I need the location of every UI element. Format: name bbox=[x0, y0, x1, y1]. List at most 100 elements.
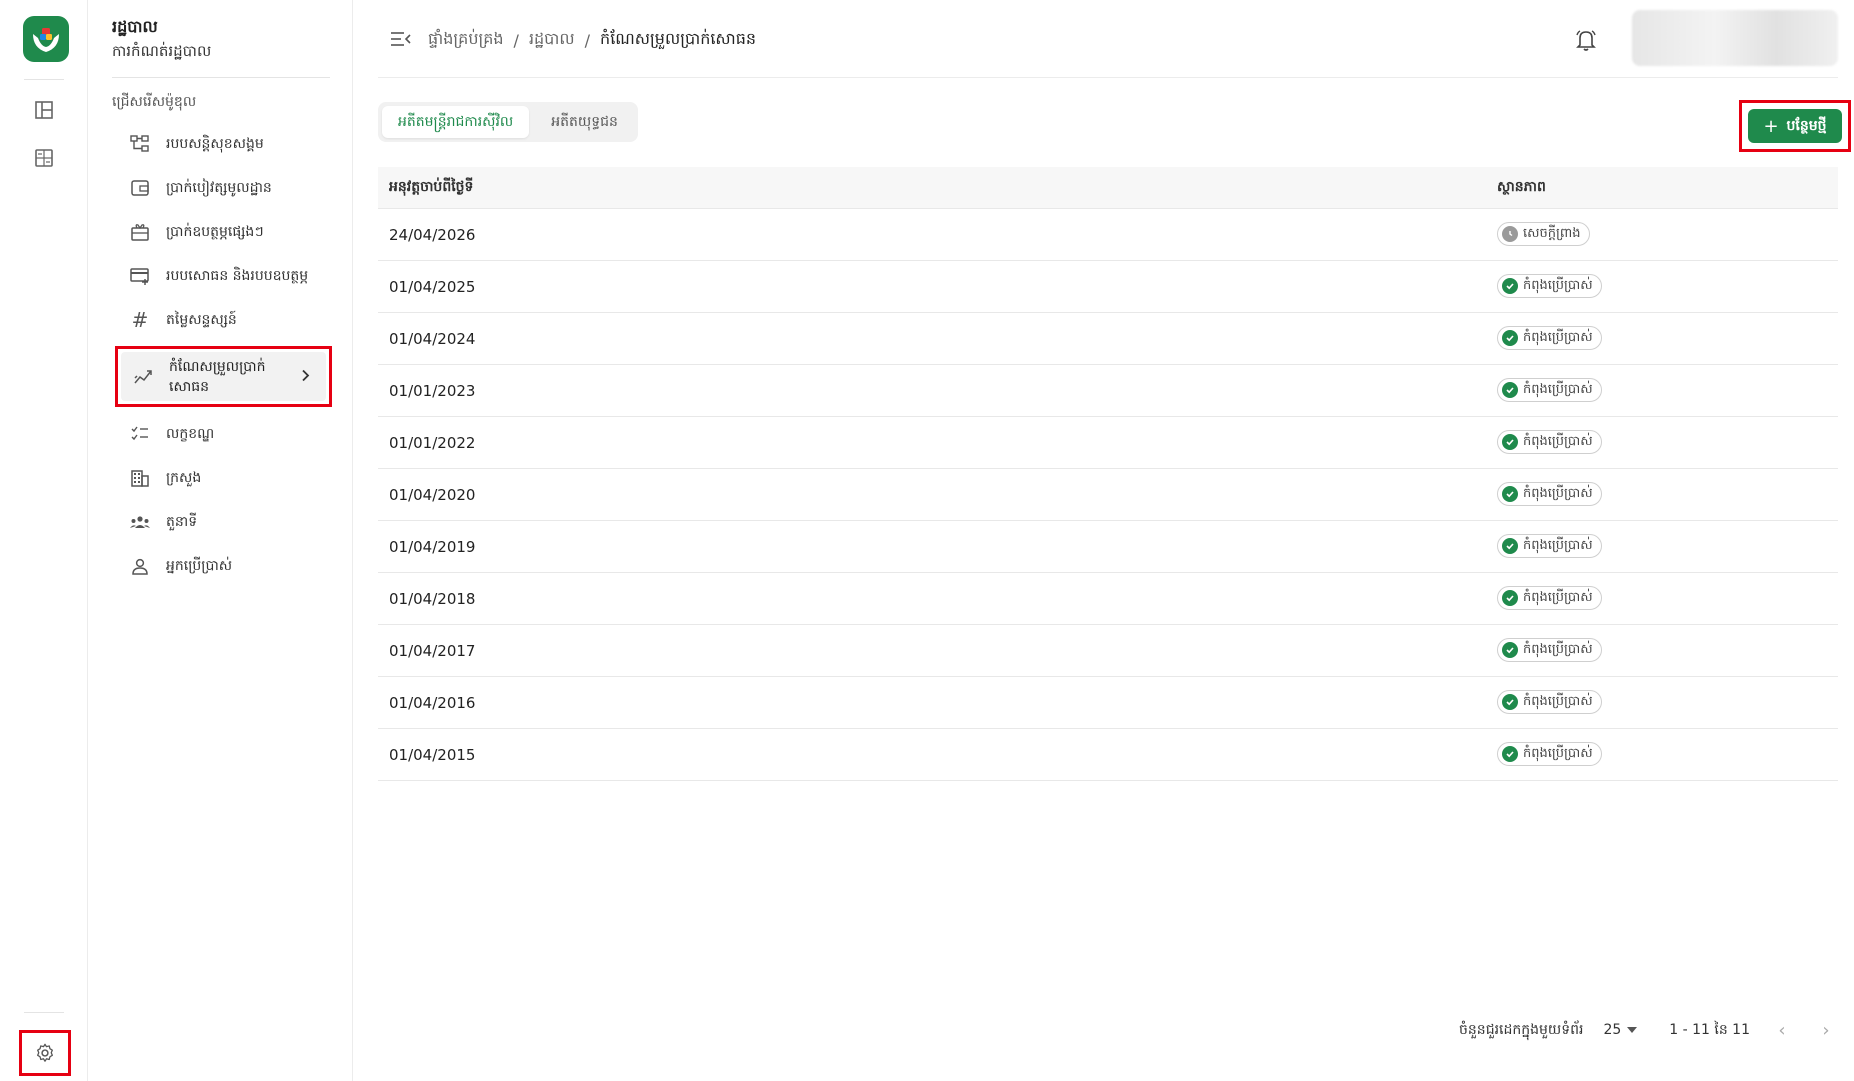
check-circle-icon bbox=[1502, 486, 1518, 502]
effective-date-cell: 01/04/2015 bbox=[389, 745, 476, 764]
category-tabs: អតីតមន្ត្រីរាជការស៊ីវិល អតីតយុទ្ធជន bbox=[378, 102, 638, 142]
sidebar-item-roles[interactable]: តួនាទី bbox=[118, 500, 328, 544]
table-row[interactable]: 01/04/2025 កំពុងប្រើប្រាស់ bbox=[378, 261, 1838, 313]
sidebar-item-base-salary[interactable]: ប្រាក់បៀវត្សមូលដ្ឋាន bbox=[118, 166, 328, 210]
breadcrumb: ផ្ទាំងគ្រប់គ្រង / រដ្ឋបាល / កំណែសម្រួលប្… bbox=[428, 28, 756, 52]
rail-divider bbox=[24, 79, 64, 80]
rows-per-page-value: 25 bbox=[1603, 1022, 1622, 1038]
app-logo[interactable] bbox=[23, 16, 69, 62]
add-new-button[interactable]: + បន្ថែមថ្មី bbox=[1748, 109, 1842, 143]
check-circle-icon bbox=[1502, 642, 1518, 658]
sidebar-item-pension-adjustment[interactable]: កំណែសម្រួលប្រាក់សោធន bbox=[115, 346, 332, 407]
table-row[interactable]: 01/04/2015 កំពុងប្រើប្រាស់ bbox=[378, 729, 1838, 781]
status-badge: កំពុងប្រើប្រាស់ bbox=[1497, 638, 1602, 662]
sidebar-item-index-value[interactable]: # តម្លៃសន្ទស្សន៍ bbox=[118, 298, 328, 342]
table-row[interactable]: 01/04/2020 កំពុងប្រើប្រាស់ bbox=[378, 469, 1838, 521]
sidebar-item-label: របបសោធន និងរបបឧបត្ថម្ភ bbox=[166, 268, 309, 284]
status-label: កំពុងប្រើប្រាស់ bbox=[1523, 641, 1593, 657]
status-label: កំពុងប្រើប្រាស់ bbox=[1523, 589, 1593, 605]
status-badge: កំពុងប្រើប្រាស់ bbox=[1497, 430, 1602, 454]
status-label: កំពុងប្រើប្រាស់ bbox=[1523, 381, 1593, 397]
sidebar-item-allowances[interactable]: ប្រាក់ឧបត្ថម្ភផ្សេងៗ bbox=[118, 210, 328, 254]
rail-divider bbox=[24, 1012, 64, 1013]
effective-date-cell: 01/04/2019 bbox=[389, 537, 476, 556]
status-badge: កំពុងប្រើប្រាស់ bbox=[1497, 274, 1602, 298]
status-label: កំពុងប្រើប្រាស់ bbox=[1523, 433, 1593, 449]
table-row[interactable]: 01/04/2017 កំពុងប្រើប្រាស់ bbox=[378, 625, 1838, 677]
status-badge: កំពុងប្រើប្រាស់ bbox=[1497, 534, 1602, 558]
table-row[interactable]: 01/04/2024 កំពុងប្រើប្រាស់ bbox=[378, 313, 1838, 365]
group-icon bbox=[128, 510, 152, 534]
table-row[interactable]: 01/04/2019 កំពុងប្រើប្រាស់ bbox=[378, 521, 1838, 573]
wallet-icon bbox=[128, 176, 152, 200]
sidebar-item-social-security[interactable]: របបសន្តិសុខសង្គម bbox=[118, 122, 328, 166]
notification-bell-icon[interactable] bbox=[1572, 26, 1600, 54]
table-row[interactable]: 24/04/2026 សេចក្តីព្រាង bbox=[378, 209, 1838, 261]
check-circle-icon bbox=[1502, 278, 1518, 294]
icon-rail bbox=[0, 0, 88, 1081]
caret-down-icon bbox=[1627, 1027, 1638, 1033]
building-icon bbox=[128, 466, 152, 490]
status-label: កំពុងប្រើប្រាស់ bbox=[1523, 329, 1593, 345]
card-add-icon bbox=[128, 264, 152, 288]
dashboard-icon[interactable] bbox=[32, 98, 56, 122]
table-row[interactable]: 01/04/2016 កំពុងប្រើប្រាស់ bbox=[378, 677, 1838, 729]
top-bar: ផ្ទាំងគ្រប់គ្រង / រដ្ឋបាល / កំណែសម្រួលប្… bbox=[378, 0, 1838, 78]
next-page-icon[interactable]: › bbox=[1814, 1020, 1838, 1041]
logo-hands-icon bbox=[33, 28, 59, 52]
sidebar-item-label: ក្រសួង bbox=[166, 470, 202, 486]
breadcrumb-admin[interactable]: រដ្ឋបាល bbox=[529, 28, 575, 52]
rows-per-page-select[interactable]: 25 bbox=[1603, 1022, 1638, 1038]
breadcrumb-dashboard[interactable]: ផ្ទាំងគ្រប់គ្រង bbox=[428, 28, 504, 52]
table-row[interactable]: 01/01/2022 កំពុងប្រើប្រាស់ bbox=[378, 417, 1838, 469]
check-circle-icon bbox=[1502, 590, 1518, 606]
status-badge: កំពុងប្រើប្រាស់ bbox=[1497, 690, 1602, 714]
status-badge: កំពុងប្រើប្រាស់ bbox=[1497, 482, 1602, 506]
check-circle-icon bbox=[1502, 694, 1518, 710]
previous-page-icon[interactable]: ‹ bbox=[1770, 1020, 1794, 1041]
sidebar-item-ministries[interactable]: ក្រសួង bbox=[118, 456, 328, 500]
sidebar-item-label: ប្រាក់ឧបត្ថម្ភផ្សេងៗ bbox=[166, 224, 264, 240]
status-label: កំពុងប្រើប្រាស់ bbox=[1523, 537, 1593, 553]
column-header-status[interactable]: ស្ថានភាព bbox=[1497, 177, 1546, 198]
sidebar-item-label: តម្លៃសន្ទស្សន៍ bbox=[166, 312, 237, 328]
user-profile-menu[interactable] bbox=[1632, 10, 1838, 66]
settings-button[interactable] bbox=[19, 1030, 71, 1076]
calculator-icon[interactable] bbox=[32, 146, 56, 170]
status-label: កំពុងប្រើប្រាស់ bbox=[1523, 485, 1593, 501]
user-icon bbox=[128, 554, 152, 578]
sidebar-divider bbox=[112, 77, 330, 78]
status-label: កំពុងប្រើប្រាស់ bbox=[1523, 277, 1593, 293]
tab-veterans[interactable]: អតីតយុទ្ធជន bbox=[535, 106, 634, 138]
tab-civil-servants[interactable]: អតីតមន្ត្រីរាជការស៊ីវិល bbox=[382, 106, 530, 138]
gear-icon bbox=[37, 1043, 53, 1062]
check-circle-icon bbox=[1502, 746, 1518, 762]
trend-icon bbox=[131, 365, 155, 389]
rows-per-page-label: ចំនួនជួរដេកក្នុងមួយទំព័រ bbox=[1459, 1021, 1584, 1038]
plus-icon: + bbox=[1763, 115, 1779, 137]
effective-date-cell: 01/04/2018 bbox=[389, 589, 476, 608]
effective-date-cell: 01/01/2022 bbox=[389, 433, 476, 452]
status-badge: កំពុងប្រើប្រាស់ bbox=[1497, 742, 1602, 766]
hash-icon: # bbox=[131, 308, 149, 332]
sidebar-item-pension-schemes[interactable]: របបសោធន និងរបបឧបត្ថម្ភ bbox=[118, 254, 328, 298]
sidebar-item-label: លក្ខខណ្ឌ bbox=[166, 426, 215, 442]
sidebar-item-label: កំណែសម្រួលប្រាក់សោធន bbox=[169, 358, 266, 395]
table-row[interactable]: 01/04/2018 កំពុងប្រើប្រាស់ bbox=[378, 573, 1838, 625]
breadcrumb-current: កំណែសម្រួលប្រាក់សោធន bbox=[600, 29, 757, 48]
add-button-label: បន្ថែមថ្មី bbox=[1786, 117, 1827, 134]
status-badge: កំពុងប្រើប្រាស់ bbox=[1497, 586, 1602, 610]
table-row[interactable]: 01/01/2023 កំពុងប្រើប្រាស់ bbox=[378, 365, 1838, 417]
status-label: សេចក្តីព្រាង bbox=[1523, 225, 1581, 241]
sidebar-item-label: តួនាទី bbox=[166, 514, 198, 530]
column-header-effective-date[interactable]: អនុវត្តចាប់ពីថ្ងៃទី bbox=[389, 177, 473, 198]
sidebar-item-label: របបសន្តិសុខសង្គម bbox=[166, 136, 264, 152]
breadcrumb-separator: / bbox=[513, 30, 519, 50]
sidebar-item-users[interactable]: អ្នកប្រើប្រាស់ bbox=[118, 544, 328, 588]
sidebar-item-conditions[interactable]: លក្ខខណ្ឌ bbox=[118, 412, 328, 456]
menu-collapse-icon[interactable] bbox=[388, 27, 414, 51]
module-sidebar: រដ្ឋបាល ការកំណត់រដ្ឋបាល ជ្រើសរើសម៉ូឌុល រ… bbox=[88, 0, 353, 1081]
status-badge: កំពុងប្រើប្រាស់ bbox=[1497, 378, 1602, 402]
section-heading: ជ្រើសរើសម៉ូឌុល bbox=[112, 94, 197, 110]
effective-date-cell: 01/04/2024 bbox=[389, 329, 476, 348]
